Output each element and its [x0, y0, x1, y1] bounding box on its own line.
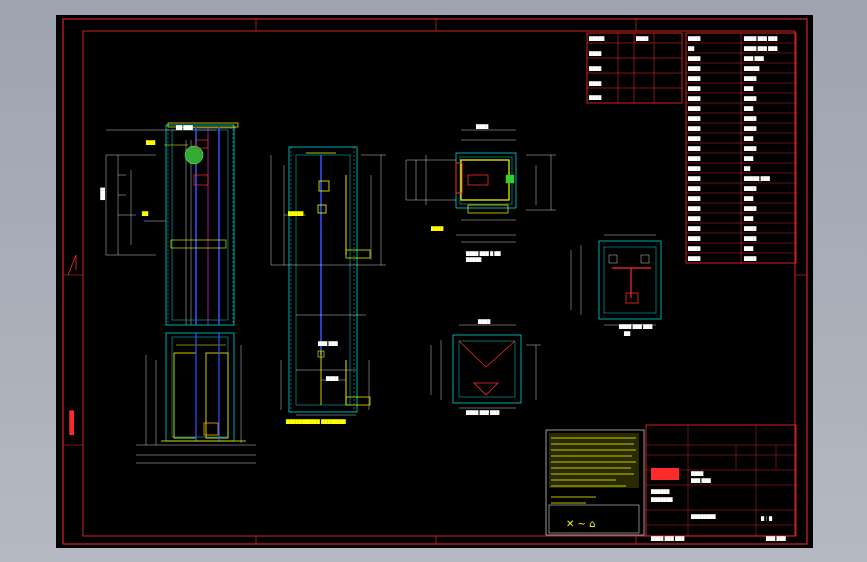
svg-text:████: ████	[588, 81, 602, 86]
svg-text:███: ███	[743, 86, 754, 91]
svg-text:████: ████	[687, 136, 701, 141]
viewport: ████████ ███ ██ ████ ██ ███ █████ ███ ██…	[0, 0, 867, 562]
svg-text:███: ███	[743, 196, 754, 201]
svg-text:████: ████	[588, 51, 602, 56]
svg-text:████: ████	[687, 106, 701, 111]
parameter-table-upper: █████ ████ ████ ████ ████ ████ ████ ████…	[586, 32, 797, 264]
svg-text:████: ████	[687, 166, 701, 171]
svg-text:███: ███	[145, 140, 156, 145]
svg-text:████: ████	[687, 156, 701, 161]
svg-text:███: ███	[743, 156, 754, 161]
svg-text:████: ████	[687, 36, 701, 41]
svg-text:████: ████	[743, 256, 757, 261]
svg-text:████ ███ ███: ████ ███ ███	[465, 410, 500, 415]
svg-text:███ ███: ███ ███	[317, 341, 339, 346]
svg-text:████ ███ ███: ████ ███ ███	[743, 46, 778, 51]
plan-right-view: ████ ███ ███ ██	[570, 234, 662, 336]
plan-bottom-view: ████ ████ ███ ███	[430, 319, 541, 415]
svg-text:████: ████	[743, 116, 757, 121]
svg-text:████: ████	[588, 95, 602, 100]
svg-text:████: ████	[687, 86, 701, 91]
svg-text:█ │ █: █ │ █	[760, 516, 773, 521]
title-block: ████ ███ ███ ██████ ███████ ████████ ███…	[645, 424, 797, 541]
svg-text:██: ██	[743, 166, 751, 171]
svg-text:███: ███	[743, 246, 754, 251]
svg-text:███: ███	[743, 106, 754, 111]
svg-text:████: ████	[477, 319, 491, 324]
stamp-red	[651, 468, 679, 480]
svg-text:████: ████	[687, 96, 701, 101]
svg-text:████████: ████████	[690, 514, 717, 519]
svg-text:████: ████	[743, 76, 757, 81]
svg-text:████: ████	[687, 246, 701, 251]
svg-text:████: ████	[475, 124, 489, 129]
svg-text:████: ████	[588, 66, 602, 71]
svg-text:████: ████	[325, 376, 339, 381]
svg-text:█████: █████	[588, 36, 605, 41]
svg-text:███: ███	[743, 216, 754, 221]
motor-icon	[184, 145, 204, 165]
svg-text:████ ███ ███: ████ ███ ███	[618, 324, 653, 329]
svg-text:█████: █████	[743, 66, 760, 71]
svg-text:████: ████	[687, 116, 701, 121]
svg-text:██: ██	[623, 331, 631, 336]
svg-text:████: ████	[687, 146, 701, 151]
stamp-icon: ✕ ~ ⌂	[566, 519, 595, 530]
svg-text:████: ████	[687, 196, 701, 201]
cad-drawing-svg: ████████ ███ ██ ████ ██ ███ █████ ███ ██…	[62, 18, 808, 545]
svg-text:█████: █████	[465, 257, 482, 262]
svg-text:████: ████	[687, 256, 701, 261]
drawing-canvas[interactable]: ████████ ███ ██ ████ ██ ███ █████ ███ ██…	[56, 15, 813, 548]
svg-text:███: ███	[743, 136, 754, 141]
svg-text:████: ████	[743, 206, 757, 211]
svg-text:████: ████	[743, 126, 757, 131]
elevation-left-view: ███ ██ ████ ██ ███	[100, 122, 256, 464]
svg-text:████: ████	[743, 226, 757, 231]
svg-text:████: ████	[100, 187, 105, 201]
svg-text:███ ███: ███ ███	[743, 56, 765, 61]
svg-text:████: ████	[687, 66, 701, 71]
svg-text:████: ████	[743, 96, 757, 101]
svg-text:███████: ███████	[650, 497, 673, 502]
svg-text:██: ██	[687, 46, 695, 51]
svg-text:██████: ██████	[650, 489, 670, 494]
svg-text:███ ███: ███ ███	[690, 478, 712, 483]
svg-text:█████: █████	[287, 211, 304, 216]
svg-text:███████████ ████████: ███████████ ████████	[285, 419, 347, 424]
notes-block: ✕ ~ ⌂	[545, 429, 645, 536]
svg-text:████: ████	[687, 226, 701, 231]
frame-side-label: ████████	[69, 409, 74, 436]
svg-text:██ ███: ██ ███	[175, 125, 194, 130]
svg-text:████: ████	[743, 186, 757, 191]
svg-text:████: ████	[743, 236, 757, 241]
svg-text:████ ███ █ ██: ████ ███ █ ██	[465, 251, 502, 256]
svg-text:████: ████	[430, 226, 444, 231]
svg-text:████: ████	[743, 146, 757, 151]
svg-text:████: ████	[690, 471, 704, 476]
svg-text:██: ██	[141, 211, 149, 216]
svg-text:████ ███ ███: ████ ███ ███	[650, 536, 685, 541]
svg-text:████: ████	[687, 236, 701, 241]
svg-text:████ ███ ███: ████ ███ ███	[743, 36, 778, 41]
svg-text:████: ████	[687, 176, 701, 181]
svg-text:█████ ███: █████ ███	[743, 176, 771, 181]
svg-text:████: ████	[687, 126, 701, 131]
svg-text:████: ████	[635, 36, 649, 41]
plan-top-view: ████ ████ ████ ███ █ ██ █████	[405, 124, 556, 262]
svg-text:████: ████	[687, 186, 701, 191]
svg-text:███ ███: ███ ███	[765, 536, 787, 541]
svg-text:████: ████	[687, 216, 701, 221]
svg-text:████: ████	[687, 206, 701, 211]
svg-text:████: ████	[687, 56, 701, 61]
svg-text:████: ████	[687, 76, 701, 81]
elevation-middle-view: █████ ███ ███ ████ ███████████ ████████	[270, 146, 386, 424]
